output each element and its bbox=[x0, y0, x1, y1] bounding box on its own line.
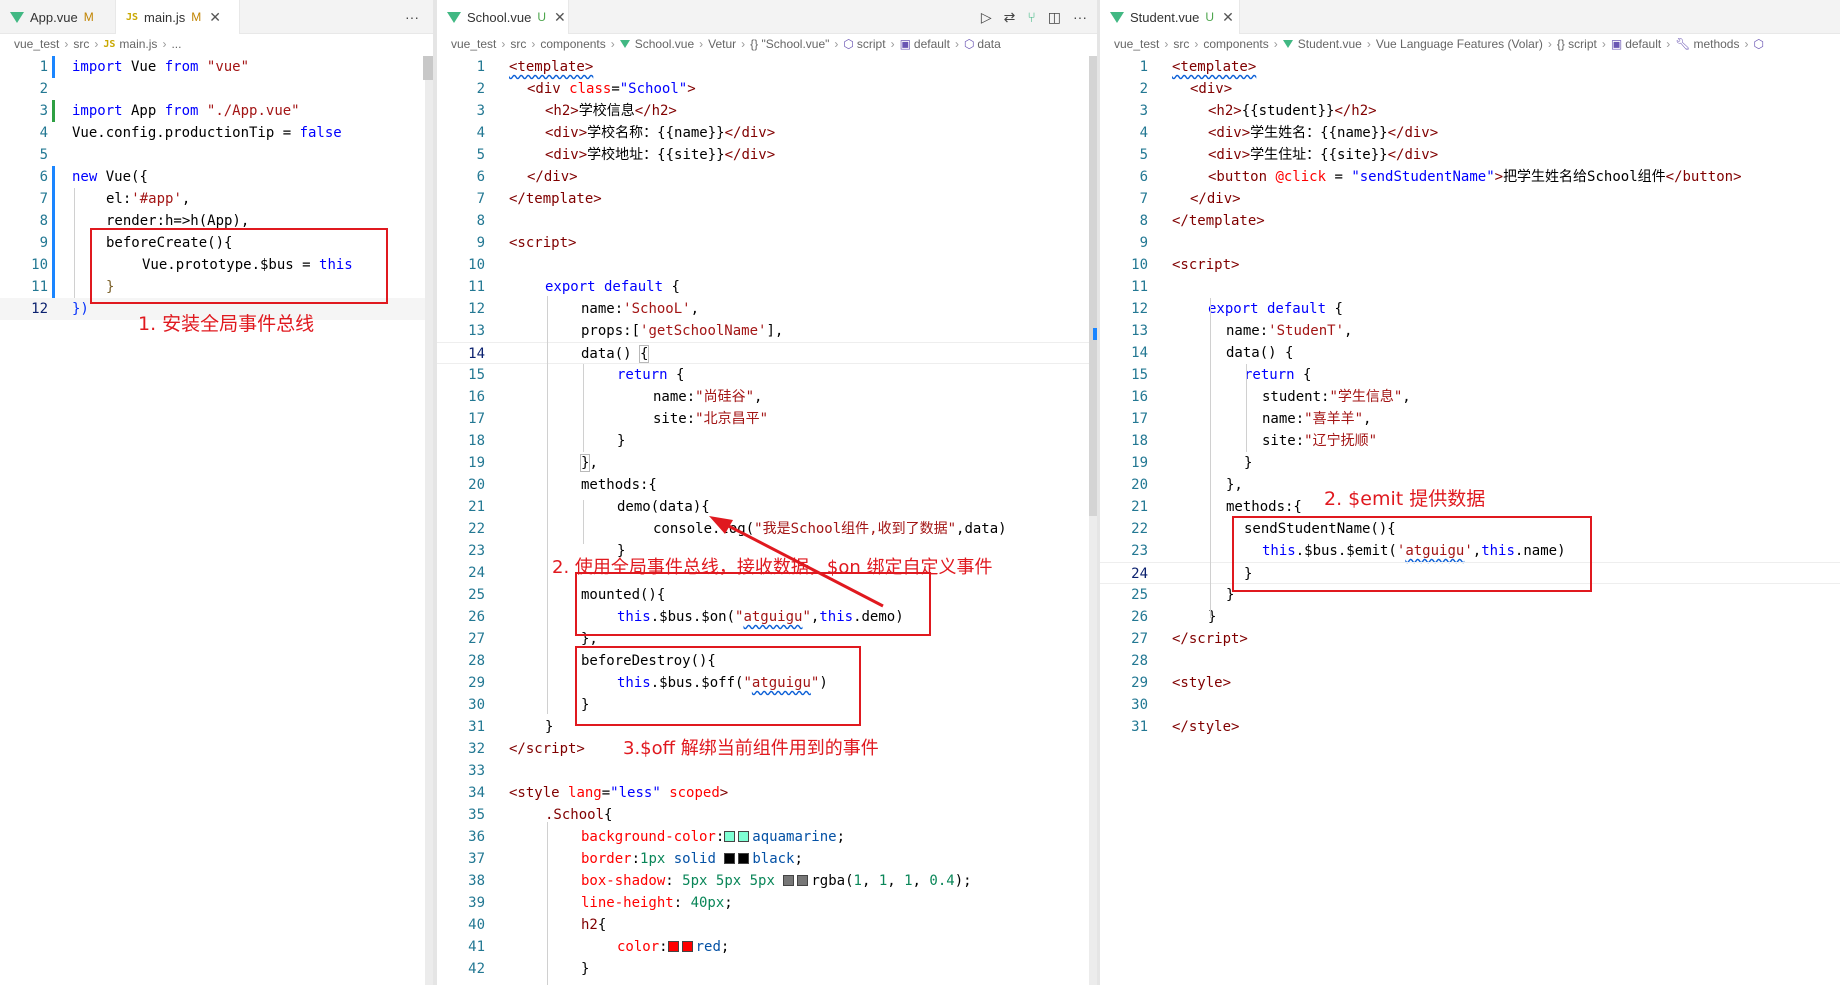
close-icon[interactable]: ✕ bbox=[209, 9, 221, 26]
breadcrumb-item[interactable]: Student.vue bbox=[1298, 37, 1362, 51]
breadcrumb-item[interactable]: src bbox=[1173, 37, 1189, 51]
tab-app-vue[interactable]: App.vue M bbox=[0, 0, 116, 34]
close-icon[interactable]: ✕ bbox=[1222, 9, 1234, 26]
annotation-emit: 2. $emit 提供数据 bbox=[1324, 488, 1486, 510]
wrench-icon: 🔧︎ bbox=[1675, 37, 1691, 51]
breadcrumb-item[interactable]: components bbox=[1203, 37, 1268, 51]
editor-pane-main-js: App.vue M JS main.js M ✕ ··· vue_test › s… bbox=[0, 0, 433, 985]
tab-main-js[interactable]: JS main.js M ✕ bbox=[116, 0, 240, 34]
tab-bar: Student.vue U ✕ bbox=[1100, 0, 1840, 34]
js-icon: JS bbox=[103, 38, 116, 50]
tab-label: App.vue bbox=[30, 9, 78, 25]
module-icon: ▣ bbox=[1610, 37, 1623, 51]
breadcrumb: vue_test › src › JS main.js › ... bbox=[14, 37, 182, 51]
breadcrumb-item[interactable]: src bbox=[73, 37, 89, 51]
tab-state-badge: U bbox=[1205, 10, 1215, 24]
tab-student-vue[interactable]: Student.vue U ✕ bbox=[1100, 0, 1240, 34]
breadcrumb: vue_test › src › components › Student.vue › … bbox=[1114, 37, 1764, 51]
tab-bar: App.vue M JS main.js M ✕ ··· bbox=[0, 0, 433, 34]
annotation-install-bus: 1. 安装全局事件总线 bbox=[138, 313, 315, 335]
highlight-box-emit bbox=[1232, 516, 1592, 592]
indent-guide bbox=[1210, 298, 1211, 618]
breadcrumb-item[interactable]: Vue Language Features (Volar) bbox=[1376, 37, 1543, 51]
editor-actions: ··· bbox=[405, 0, 419, 34]
breadcrumb-item[interactable]: main.js bbox=[119, 37, 157, 51]
indent-guide bbox=[74, 188, 75, 298]
cube-icon: ⬡ bbox=[1753, 37, 1764, 51]
more-actions-icon[interactable]: ··· bbox=[405, 9, 419, 25]
editor-pane-school-vue: School.vue U ✕ ▷ ⇄ ⑂ ◫ ··· vue_test › src… bbox=[437, 0, 1097, 985]
tab-state-badge: M bbox=[83, 10, 94, 24]
editor-pane-student-vue: Student.vue U ✕ vue_test › src › component… bbox=[1100, 0, 1840, 985]
breadcrumb-item[interactable]: default bbox=[1625, 37, 1661, 51]
scrollbar-thumb[interactable] bbox=[1089, 56, 1097, 516]
highlight-box-bus-install bbox=[90, 228, 388, 304]
vue-icon bbox=[1282, 40, 1293, 48]
vertical-scrollbar[interactable] bbox=[425, 56, 433, 985]
breadcrumb-item[interactable]: vue_test bbox=[1114, 37, 1159, 51]
breadcrumb-item[interactable]: ... bbox=[171, 37, 181, 51]
breadcrumb-item[interactable]: {} script bbox=[1557, 37, 1597, 51]
annotation-arrow bbox=[709, 516, 884, 608]
breadcrumb-item[interactable]: vue_test bbox=[14, 37, 59, 51]
indent-guide bbox=[1246, 364, 1247, 452]
scrollbar-thumb[interactable] bbox=[423, 56, 433, 80]
vue-icon bbox=[10, 11, 24, 23]
breadcrumb-item[interactable]: methods bbox=[1693, 37, 1739, 51]
code-editor[interactable]: 1 <template> 2 <div> 3 <h2>{{student}}</h2>… bbox=[1100, 56, 1840, 738]
tab-label: main.js bbox=[144, 9, 186, 25]
tab-label: Student.vue bbox=[1130, 9, 1200, 25]
js-icon: JS bbox=[126, 11, 139, 23]
vue-icon bbox=[1110, 11, 1124, 23]
tab-state-badge: M bbox=[191, 10, 202, 24]
